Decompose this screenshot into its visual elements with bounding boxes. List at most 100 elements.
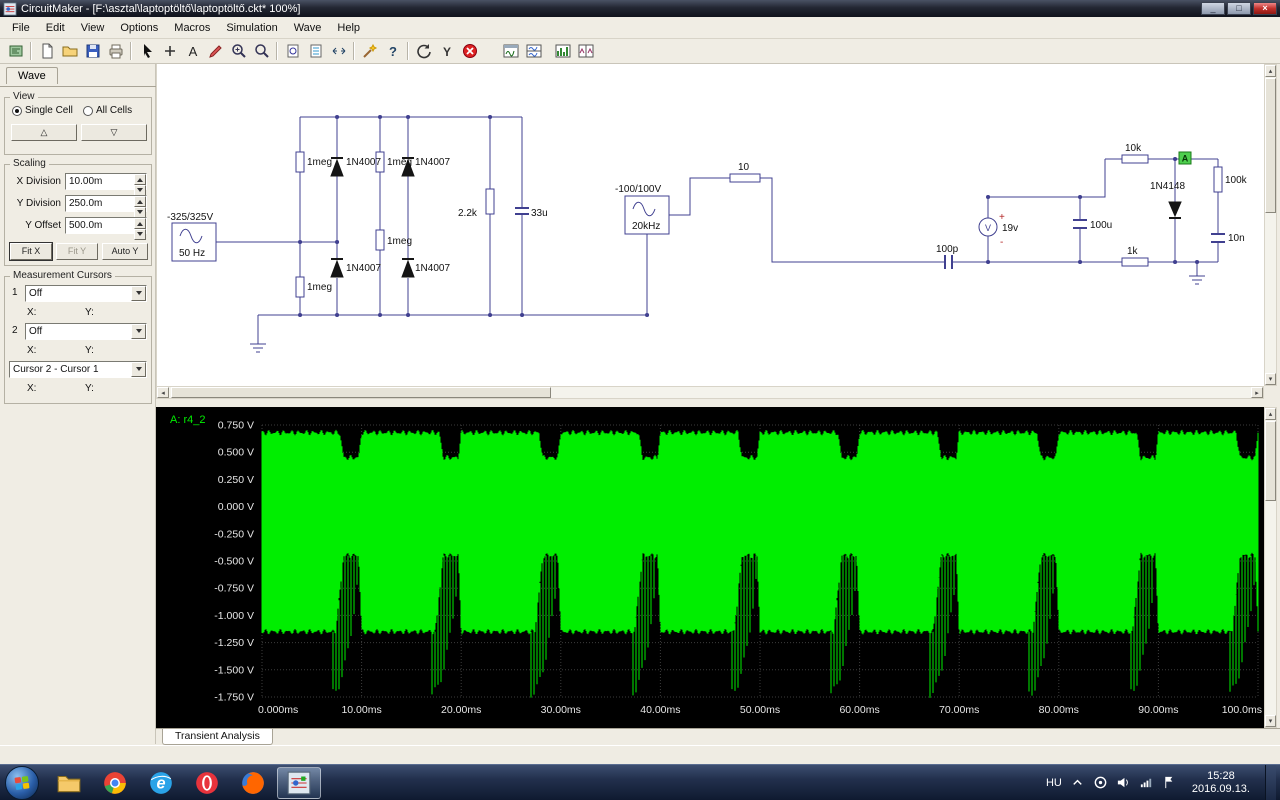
- schematic-vscrollbar[interactable]: ▴ ▾: [1264, 64, 1277, 386]
- cell-down-button[interactable]: ▽: [81, 124, 147, 141]
- single-cell-radio[interactable]: [12, 106, 22, 116]
- zoom-in-button[interactable]: [227, 40, 250, 62]
- cursor1-dropdown[interactable]: Off: [25, 285, 147, 302]
- menu-item-edit[interactable]: Edit: [38, 20, 73, 36]
- open-button[interactable]: [58, 40, 81, 62]
- cursor1-dropdown-arrow[interactable]: [131, 286, 146, 301]
- new-button[interactable]: [35, 40, 58, 62]
- scroll-up-arrow[interactable]: ▴: [1265, 408, 1276, 420]
- opera-icon: [196, 771, 218, 794]
- taskbar-app-chrome[interactable]: [93, 767, 137, 799]
- wand-button[interactable]: [358, 40, 381, 62]
- waveform-vscrollbar[interactable]: ▴ ▾: [1264, 407, 1277, 728]
- menu-item-wave[interactable]: Wave: [286, 20, 330, 36]
- cursor-button[interactable]: [135, 40, 158, 62]
- menu-item-options[interactable]: Options: [112, 20, 166, 36]
- rotate-button[interactable]: [412, 40, 435, 62]
- plus-button[interactable]: [158, 40, 181, 62]
- page-grid-button[interactable]: [304, 40, 327, 62]
- cursor2-dropdown[interactable]: Off: [25, 323, 147, 340]
- page-arrows-button[interactable]: [327, 40, 350, 62]
- vscroll-thumb[interactable]: [1265, 421, 1276, 501]
- probe-marker[interactable]: A: [1178, 151, 1192, 165]
- taskbar-app-circuitmaker[interactable]: [277, 766, 321, 799]
- hidden-icons-chevron-icon[interactable]: [1069, 774, 1087, 792]
- component-label: 1k: [1127, 246, 1139, 257]
- probe-button[interactable]: [204, 40, 227, 62]
- component-label: 1N4007: [346, 263, 381, 274]
- menu-item-view[interactable]: View: [73, 20, 113, 36]
- taskbar-app-opera[interactable]: [185, 767, 229, 799]
- all-cells-radio[interactable]: [83, 106, 93, 116]
- waveform-plot[interactable]: 0.750 V 0.500 V 0.250 V 0.000 V -0.250 V -0.5…: [156, 407, 1264, 728]
- cell-up-button[interactable]: △: [11, 124, 77, 141]
- stop-button[interactable]: [458, 40, 481, 62]
- clock[interactable]: 15:28 2016.09.13.: [1192, 770, 1250, 796]
- taskbar-app-ie[interactable]: e: [139, 767, 183, 799]
- schematic-svg[interactable]: V A -325/325V50 Hz1meg 1N4007 1meg 1N40071m…: [157, 64, 1265, 386]
- schematic-canvas[interactable]: V A -325/325V 50 Hz 1meg 1N4007 1meg 1N4007 1m…: [156, 64, 1264, 386]
- print-button[interactable]: [104, 40, 127, 62]
- cursor-diff-dropdown-arrow[interactable]: [131, 362, 146, 377]
- minimize-button[interactable]: _: [1201, 2, 1225, 15]
- taskbar-app-firefox[interactable]: [231, 767, 275, 799]
- cursor2-dropdown-arrow[interactable]: [131, 324, 146, 339]
- hscroll-thumb[interactable]: [171, 387, 551, 398]
- y-offset-up[interactable]: [134, 218, 146, 229]
- page-zoom-button[interactable]: [281, 40, 304, 62]
- save-button[interactable]: [81, 40, 104, 62]
- menu-item-file[interactable]: File: [4, 20, 38, 36]
- zoom-button[interactable]: [250, 40, 273, 62]
- scroll-up-arrow[interactable]: ▴: [1265, 65, 1276, 77]
- auto-y-button[interactable]: Auto Y: [102, 243, 148, 260]
- pane-splitter[interactable]: [156, 399, 1280, 407]
- chart-dual-button[interactable]: [522, 40, 545, 62]
- waveform-panel: 0.750 V 0.500 V 0.250 V 0.000 V -0.250 V -0.5…: [156, 407, 1264, 728]
- probe-y-button[interactable]: Y: [435, 40, 458, 62]
- close-button[interactable]: ×: [1253, 2, 1277, 15]
- scroll-down-arrow[interactable]: ▾: [1265, 715, 1276, 727]
- scroll-left-arrow[interactable]: ◂: [157, 387, 169, 398]
- x-division-input[interactable]: 10.00m: [65, 173, 147, 196]
- scroll-right-arrow[interactable]: ▸: [1251, 387, 1263, 398]
- y-division-input[interactable]: 250.0m: [65, 195, 147, 218]
- language-indicator[interactable]: HU: [1046, 777, 1062, 789]
- taskbar-app-explorer[interactable]: [47, 767, 91, 799]
- tab-wave[interactable]: Wave: [6, 67, 58, 84]
- component-label: 20kHz: [632, 221, 660, 232]
- start-button[interactable]: [5, 765, 39, 800]
- vscroll-thumb[interactable]: [1265, 78, 1276, 213]
- text-button[interactable]: A: [181, 40, 204, 62]
- x-division-up[interactable]: [134, 174, 146, 185]
- svg-text:?: ?: [389, 44, 397, 59]
- y-offset-input[interactable]: 500.0m: [65, 217, 147, 240]
- toolbar-separator: [407, 42, 409, 60]
- menu-item-macros[interactable]: Macros: [166, 20, 218, 36]
- component-label: 50 Hz: [179, 248, 205, 259]
- chart-bars-button[interactable]: [551, 40, 574, 62]
- status-ball-icon[interactable]: [1092, 774, 1110, 792]
- network-icon[interactable]: [1138, 774, 1156, 792]
- volume-icon[interactable]: [1115, 774, 1133, 792]
- fit-y-button[interactable]: Fit Y: [56, 243, 98, 260]
- action-flag-icon[interactable]: [1161, 774, 1179, 792]
- menu-item-simulation[interactable]: Simulation: [218, 20, 285, 36]
- fit-x-button[interactable]: Fit X: [9, 242, 53, 261]
- titlebar: CircuitMaker - [F:\asztal\laptoptöltő\la…: [0, 0, 1280, 17]
- y-division-up[interactable]: [134, 196, 146, 207]
- single-cell-label: Single Cell: [25, 105, 73, 116]
- menu-item-help[interactable]: Help: [329, 20, 368, 36]
- y-division-label: Y Division: [16, 198, 61, 209]
- chart-split-button[interactable]: [574, 40, 597, 62]
- show-desktop-button[interactable]: [1265, 764, 1276, 800]
- y-offset-down[interactable]: [134, 229, 146, 240]
- maximize-button[interactable]: □: [1227, 2, 1251, 15]
- pcb-button[interactable]: [4, 40, 27, 62]
- cursor-diff-dropdown[interactable]: Cursor 2 - Cursor 1: [9, 361, 147, 378]
- help-button[interactable]: ?: [381, 40, 404, 62]
- schematic-hscrollbar[interactable]: ◂ ▸: [156, 386, 1264, 399]
- chart-line-button[interactable]: [499, 40, 522, 62]
- tab-transient-analysis[interactable]: Transient Analysis: [162, 729, 273, 745]
- scroll-down-arrow[interactable]: ▾: [1265, 373, 1276, 385]
- component-label: 1meg: [307, 282, 332, 293]
